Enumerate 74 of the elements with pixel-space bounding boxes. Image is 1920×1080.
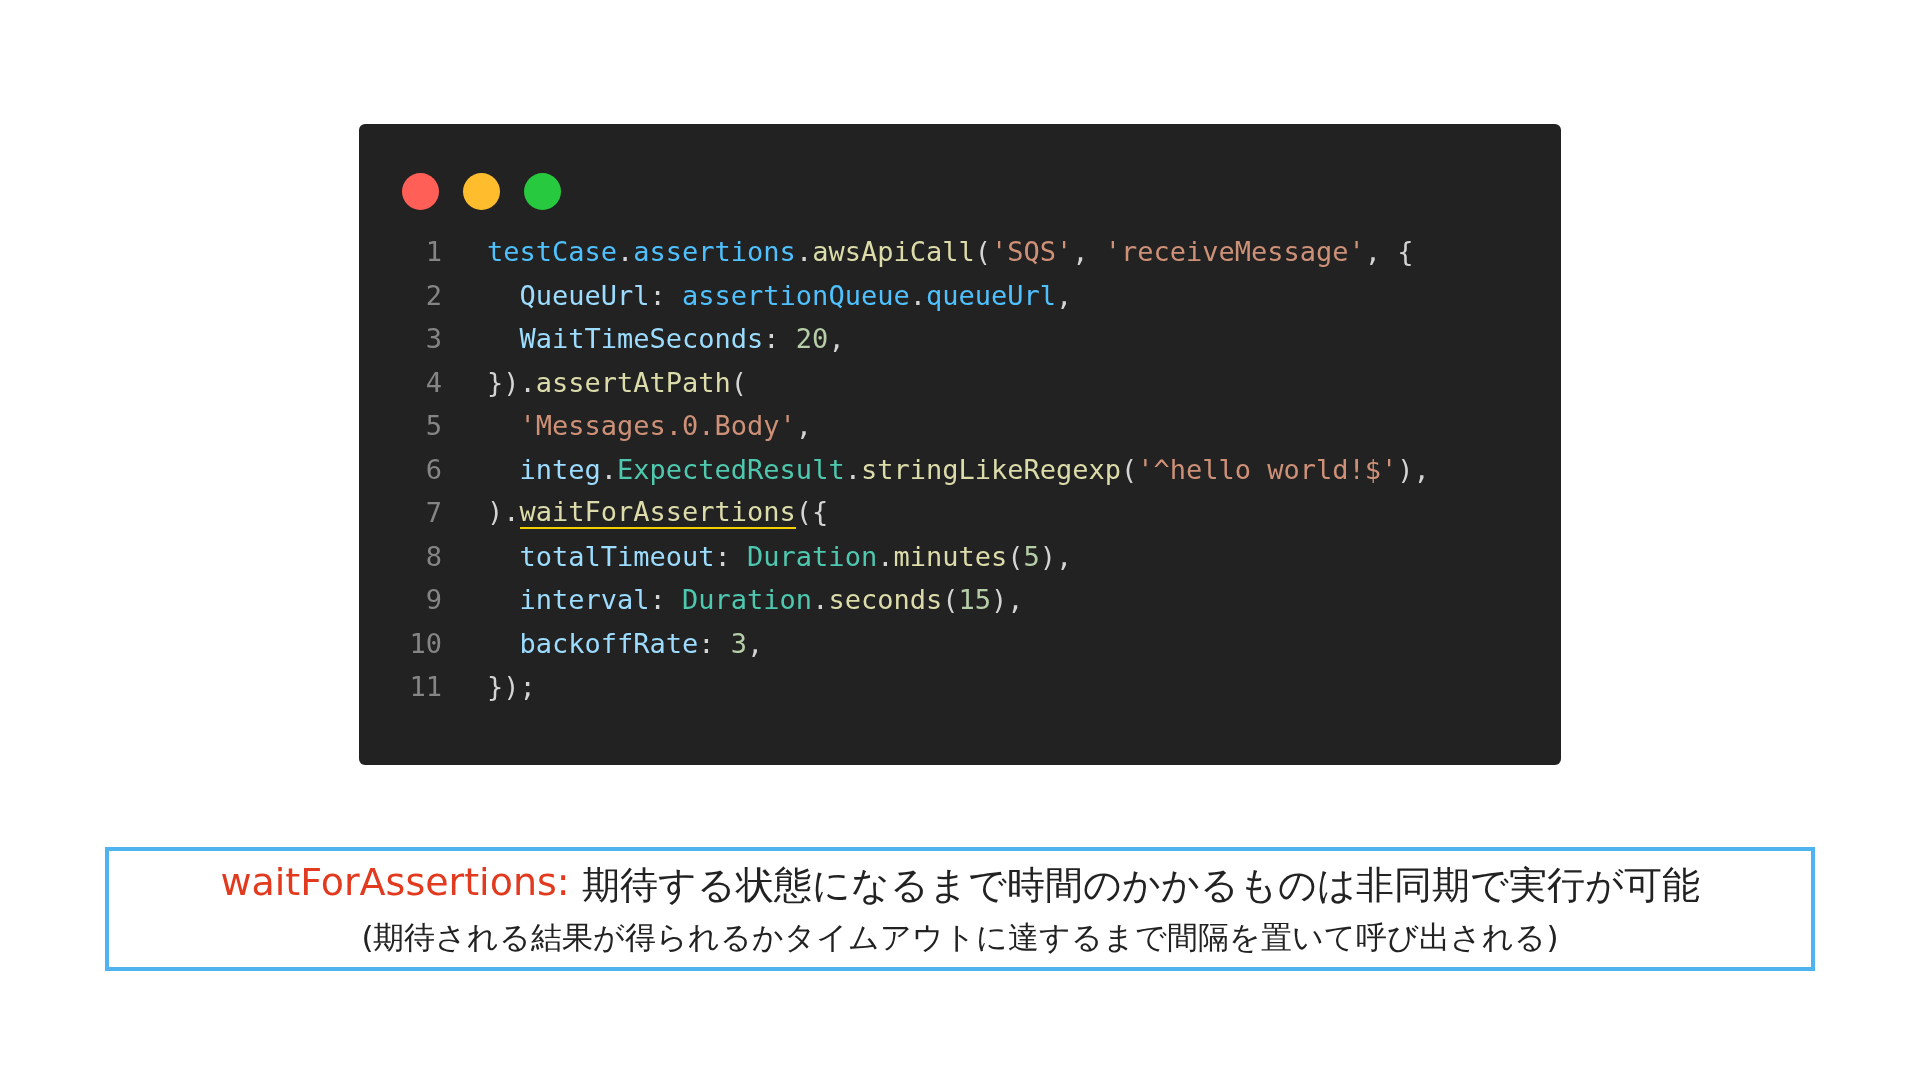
code-token: Duration: [747, 540, 878, 572]
line-number: 5: [424, 410, 442, 442]
code-token: interval: [518, 584, 650, 616]
code-token: ,: [747, 627, 764, 659]
code-token: '^hello world!$': [1137, 453, 1398, 485]
code-token: stringLikeRegexp: [860, 453, 1121, 485]
code-token: .: [600, 453, 618, 485]
caption-text: (期待される結果が得られるかタイムアウトに達するまで間隔を置いて呼び出される): [361, 917, 1559, 957]
caption-text: waitForAssertions:: [220, 859, 570, 906]
code-token: .: [617, 236, 634, 268]
code-token: :: [649, 279, 667, 311]
code-token: (: [730, 366, 748, 398]
code-token: 'receiveMessage': [1104, 236, 1365, 268]
code-token: 15: [958, 584, 991, 616]
line-number: 4: [424, 366, 442, 398]
code-token: 20: [795, 323, 829, 355]
line-number: 7: [424, 497, 442, 529]
code-token: 'SQS': [990, 236, 1073, 268]
code-token: .: [844, 453, 861, 485]
window-control-dot[interactable]: [524, 173, 561, 210]
code-token: assertionQueue: [682, 279, 910, 311]
code-token: .: [909, 279, 926, 311]
line-number: 11: [408, 671, 442, 703]
code-token: 3: [730, 627, 748, 659]
code-token: minutes: [893, 540, 1008, 572]
code-token: totalTimeout: [518, 540, 715, 572]
code-token: , {: [1364, 236, 1414, 268]
code-token: ({: [795, 496, 829, 530]
code-token: QueueUrl: [518, 279, 650, 311]
code-token: (: [1121, 453, 1138, 485]
line-number: 9: [424, 584, 442, 616]
code-token: ,: [1055, 279, 1073, 311]
code-token: }).: [487, 366, 536, 398]
code-token: (: [942, 584, 959, 616]
code-token: assertions: [633, 236, 796, 268]
code-token: waitForAssertions: [519, 496, 796, 530]
window-control-dot[interactable]: [402, 173, 439, 210]
code-token: testCase: [487, 236, 618, 268]
line-number: 8: [424, 540, 442, 572]
code-token: 'Messages.0.Body': [518, 410, 796, 442]
code-token: ).: [487, 496, 520, 530]
code-token: ),: [990, 584, 1024, 616]
code-token: ,: [795, 410, 813, 442]
line-number: 10: [408, 627, 442, 659]
code-token: .: [812, 584, 829, 616]
code-token: integ: [518, 453, 601, 485]
code-token: awsApiCall: [812, 236, 975, 268]
code-token: :: [763, 323, 781, 355]
code-token: ,: [1072, 236, 1090, 268]
line-number: 2: [424, 279, 442, 311]
code-token: ExpectedResult: [617, 453, 845, 485]
code-token: assertAtPath: [535, 366, 731, 398]
caption-text: 期待する状態になるまで時間のかかるものは非同期で実行が可能: [581, 861, 1700, 909]
line-number: 6: [424, 453, 442, 485]
code-token: (: [974, 236, 991, 268]
code-token: :: [698, 627, 716, 659]
window-control-dot[interactable]: [463, 173, 500, 210]
code-token: ,: [828, 323, 845, 355]
code-token: seconds: [828, 584, 943, 616]
code-token: .: [877, 540, 894, 572]
line-number: 1: [424, 236, 442, 268]
code-token: ),: [1397, 453, 1430, 485]
code-token: (: [1007, 540, 1024, 572]
code-token: WaitTimeSeconds: [518, 323, 764, 355]
code-token: 5: [1023, 540, 1040, 572]
line-number: 3: [424, 323, 442, 355]
code-token: ),: [1039, 540, 1073, 572]
code-token: :: [714, 540, 732, 572]
code-token: Duration: [682, 584, 813, 616]
code-token: .: [795, 236, 813, 268]
code-token: :: [649, 584, 667, 616]
code-token: backoffRate: [518, 627, 699, 659]
code-token: });: [487, 671, 536, 703]
code-token: queueUrl: [925, 279, 1056, 311]
